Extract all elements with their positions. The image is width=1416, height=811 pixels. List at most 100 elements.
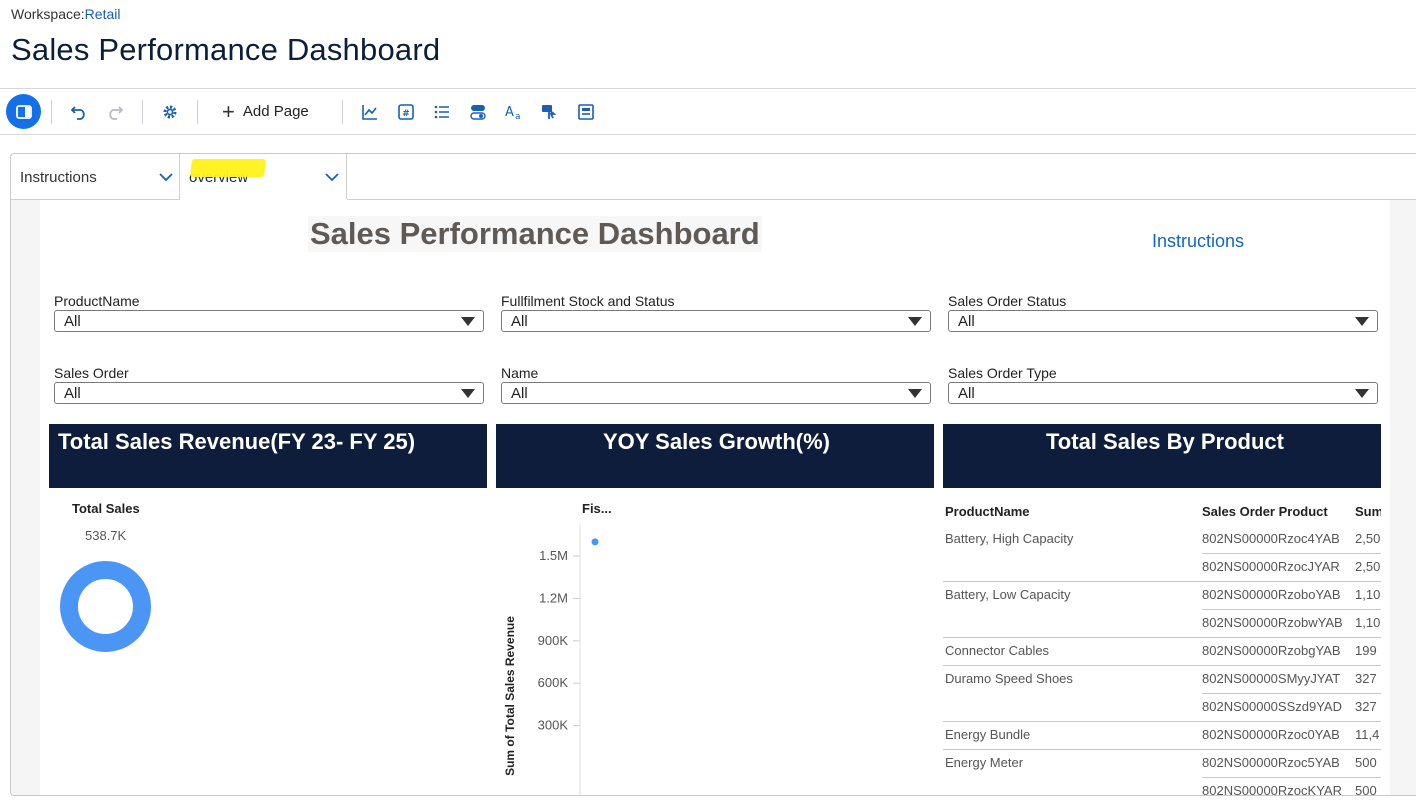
tab-label: Instructions — [20, 169, 97, 186]
slicer-product-name: ProductName All — [54, 293, 484, 332]
table-cell-sum: 327 — [1355, 699, 1377, 714]
chart-y-tick-label: 600K — [538, 675, 569, 690]
chart-y-axis-label: Sum of Total Sales Revenue — [503, 616, 517, 776]
sales-by-product-table: ProductName Sales Order Product Sum Batt… — [943, 500, 1381, 796]
panel-title: Total Sales Revenue(FY 23- FY 25) — [58, 429, 416, 454]
table-cell-sales-order: 802NS00000RzoboYAB — [1202, 587, 1341, 602]
total-sales-donut[interactable] — [60, 561, 151, 652]
undo-icon — [70, 105, 85, 120]
canvas-gutter-left — [11, 200, 40, 795]
svg-text:A: A — [505, 105, 514, 120]
slicer-value: All — [64, 313, 81, 330]
add-icon: + — [222, 98, 235, 124]
table-cell-product: Energy Bundle — [945, 727, 1031, 742]
table-row-divider — [943, 637, 1381, 638]
table-cell-sum: 500 — [1355, 783, 1377, 796]
slicer-dropdown[interactable]: All — [54, 310, 484, 332]
page-title: Sales Performance Dashboard — [11, 32, 441, 67]
table-row-divider — [1202, 693, 1381, 694]
table-row-divider — [1202, 553, 1381, 554]
table-row-divider — [1202, 609, 1381, 610]
add-table-button[interactable] — [574, 95, 598, 128]
interaction-icon — [542, 104, 557, 119]
svg-text:#: # — [402, 109, 410, 119]
dropdown-arrow-icon — [1355, 317, 1369, 326]
workspace-label: Workspace: — [11, 6, 85, 22]
add-text-button[interactable]: Aa — [502, 95, 526, 128]
chart-y-tick-label: 900K — [538, 633, 569, 648]
table-cell-sales-order: 802NS00000RzobgYAB — [1202, 643, 1341, 658]
slicer-value: All — [958, 313, 975, 330]
table-cell-sum: 199 — [1355, 643, 1377, 658]
slicer-fulfilment-status: Fullfilment Stock and Status All — [501, 293, 931, 332]
chart-y-ticks: 1.5M 1.2M 900K 600K 300K — [538, 548, 580, 733]
dropdown-arrow-icon — [461, 389, 475, 398]
slicer-value: All — [511, 313, 528, 330]
chevron-down-icon[interactable] — [159, 172, 173, 182]
slicer-dropdown[interactable]: All — [948, 310, 1378, 332]
slicer-dropdown[interactable]: All — [501, 382, 931, 404]
table-cell-sales-order: 802NS00000RzocJYAR — [1202, 559, 1340, 574]
add-interaction-button[interactable] — [538, 95, 562, 128]
table-cell-product: Connector Cables — [945, 643, 1050, 658]
annotation-highlight — [190, 159, 266, 177]
slicer-value: All — [958, 385, 975, 402]
redo-button[interactable] — [102, 95, 128, 128]
table-layout-icon — [578, 103, 594, 120]
table-row-divider — [943, 721, 1381, 722]
total-sales-value: 538.7K — [85, 528, 127, 543]
instructions-link[interactable]: Instructions — [1152, 231, 1244, 252]
table-cell-product: Duramo Speed Shoes — [945, 671, 1073, 686]
toolbar: + Add Page # Aa — [0, 89, 1416, 134]
slicer-dropdown[interactable]: All — [54, 382, 484, 404]
chart-legend-title: Fis... — [582, 501, 612, 516]
workspace-link[interactable]: Retail — [85, 6, 121, 22]
slicer-value: All — [511, 385, 528, 402]
chart-data-point[interactable] — [591, 538, 599, 546]
settings-button[interactable] — [157, 95, 183, 128]
add-number-button[interactable]: # — [394, 95, 418, 128]
table-cell-product: Battery, High Capacity — [945, 531, 1074, 546]
column-header-sales-order-product[interactable]: Sales Order Product — [1202, 504, 1328, 519]
toolbar-divider — [0, 134, 1416, 135]
undo-button[interactable] — [66, 95, 92, 128]
table-cell-sales-order: 802NS00000SSzd9YAD — [1202, 699, 1342, 714]
yoy-growth-chart[interactable]: Fis... Sum of Total Sales Revenue 1.5M1.… — [496, 496, 934, 796]
chart-y-tick-label: 300K — [538, 718, 569, 733]
redo-icon — [109, 105, 124, 120]
slicer-dropdown[interactable]: All — [501, 310, 931, 332]
table-cell-sales-order: 802NS00000SMyyJYAT — [1202, 671, 1341, 686]
add-page-button[interactable]: + Add Page — [222, 95, 309, 128]
chart-y-tick-label: 1.5M — [539, 548, 568, 563]
text-format-icon: Aa — [505, 105, 521, 120]
panel-header-yoy-growth: YOY Sales Growth(%) — [496, 424, 934, 488]
table-cell-sum: 2,50 — [1355, 559, 1381, 574]
column-header-product[interactable]: ProductName — [945, 504, 1030, 519]
slicer-sales-order-type: Sales Order Type All — [948, 365, 1378, 404]
chart-y-tick-label: 1.2M — [539, 590, 568, 605]
dropdown-arrow-icon — [908, 389, 922, 398]
table-cell-sales-order: 802NS00000Rzoc4YAB — [1202, 531, 1340, 546]
slicer-label: Name — [501, 365, 539, 381]
column-header-sum[interactable]: Sum — [1355, 504, 1381, 519]
table-cell-sum: 11,4 — [1355, 727, 1380, 742]
table-cell-sum: 1,10 — [1355, 587, 1381, 602]
toolbar-separator — [51, 100, 52, 124]
add-toggle-button[interactable] — [466, 95, 490, 128]
toolbar-separator — [197, 100, 198, 124]
table-cell-sum: 1,10 — [1355, 615, 1381, 630]
panel-toggle-icon — [15, 104, 32, 119]
line-chart-icon — [362, 104, 377, 120]
table-cell-sales-order: 802NS00000RzocKYAR — [1202, 783, 1342, 796]
add-chart-button[interactable] — [358, 95, 382, 128]
report-canvas-frame: Instructions overview Sales Performance … — [10, 153, 1416, 796]
slicer-dropdown[interactable]: All — [948, 382, 1378, 404]
tab-instructions[interactable]: Instructions — [11, 154, 180, 199]
panel-header-total-sales: Total Sales Revenue(FY 23- FY 25) — [49, 424, 487, 488]
panel-toggle-button[interactable] — [6, 94, 41, 129]
add-list-button[interactable] — [430, 95, 454, 128]
table-row-divider — [1202, 777, 1381, 778]
dropdown-arrow-icon — [908, 317, 922, 326]
chevron-down-icon[interactable] — [325, 172, 339, 182]
toggle-icon — [470, 104, 486, 120]
